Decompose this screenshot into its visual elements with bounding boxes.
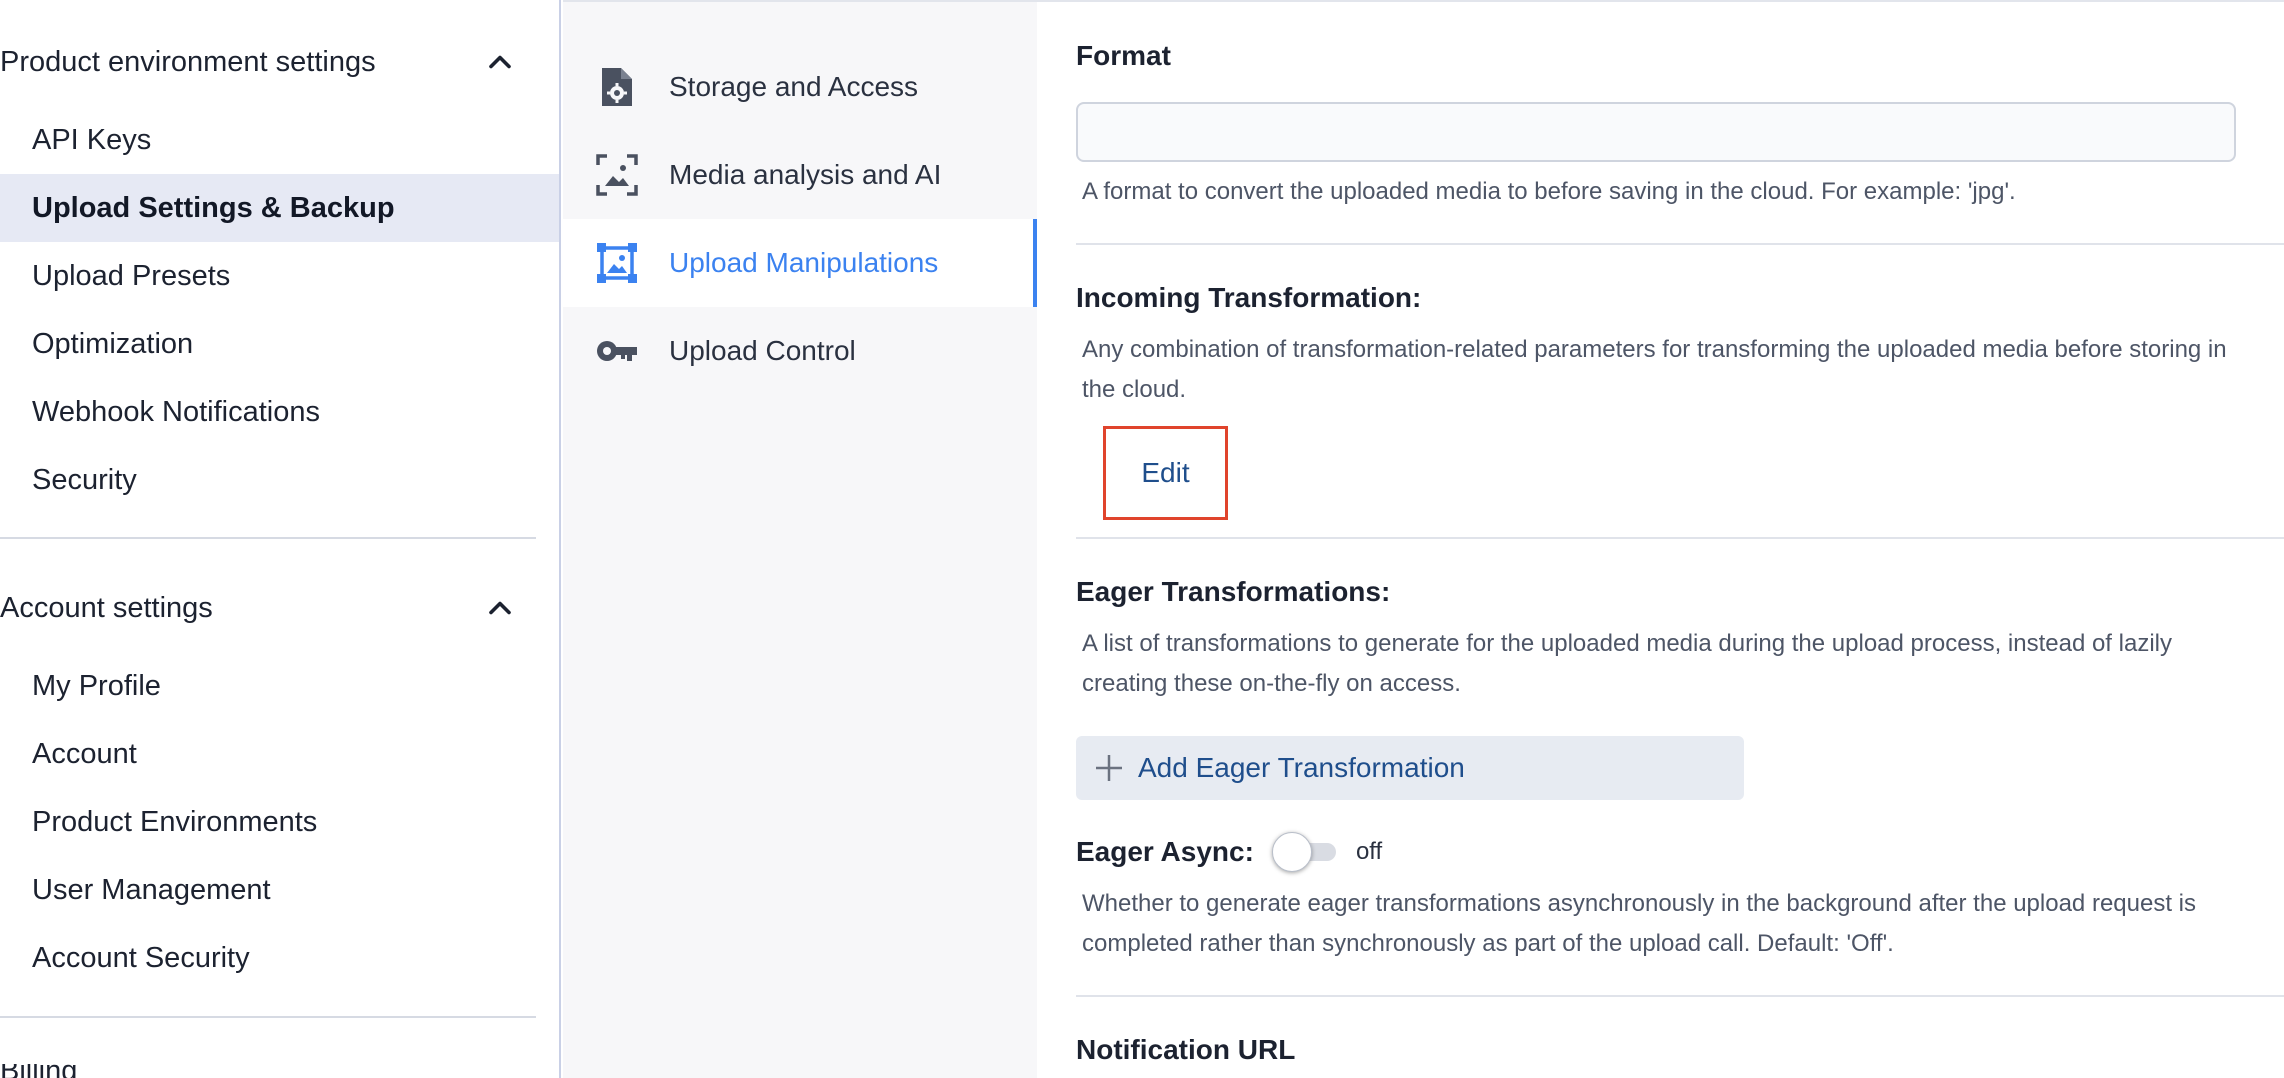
eager-async-state: off (1355, 838, 1383, 865)
upload-subnav: Storage and Access Media analysis and AI (563, 0, 1037, 1078)
sidebar-item-label: Upload Settings & Backup (32, 191, 395, 224)
sidebar-divider (0, 537, 536, 539)
sidebar-item-my-profile[interactable]: My Profile (0, 652, 559, 720)
eager-async-row: Eager Async: off (1076, 832, 1382, 872)
billing-section-header[interactable]: Billing (0, 1064, 77, 1078)
eager-async-toggle[interactable] (1271, 832, 1340, 872)
eager-transformations-title: Eager Transformations: (1076, 576, 1391, 607)
section-divider (1076, 537, 2284, 539)
notification-url-title: Notification URL (1076, 1034, 1296, 1065)
subnav-item-upload-manipulations[interactable]: Upload Manipulations (563, 219, 1037, 307)
sidebar-item-security[interactable]: Security (0, 446, 559, 514)
sidebar-item-label: Upload Presets (32, 259, 231, 292)
sidebar-item-product-environments[interactable]: Product Environments (0, 788, 559, 856)
sidebar-item-label: Optimization (32, 327, 194, 360)
eager-async-title: Eager Async: (1076, 836, 1254, 867)
sidebar-item-webhook-notifications[interactable]: Webhook Notifications (0, 378, 559, 446)
product-settings-header[interactable]: Product environment settings (0, 37, 536, 87)
file-gear-icon (595, 65, 639, 109)
settings-sidebar: Product environment settings API Keys Up… (0, 0, 561, 1078)
chevron-up-icon (489, 601, 511, 615)
eager-help-line2: creating these on-the-fly on access. (1082, 670, 1461, 697)
subnav-item-storage-access[interactable]: Storage and Access (563, 43, 1037, 131)
incoming-help-line2: the cloud. (1082, 376, 1187, 403)
plus-icon (1096, 755, 1122, 781)
subnav-item-upload-control[interactable]: Upload Control (563, 307, 1037, 395)
sidebar-item-label: API Keys (32, 123, 152, 156)
edit-label: Edit (1141, 457, 1190, 488)
sidebar-item-label: My Profile (32, 669, 161, 702)
key-icon (595, 329, 639, 373)
image-scan-icon (595, 153, 639, 197)
incoming-help-line1: Any combination of transformation-relate… (1082, 336, 2227, 363)
format-input[interactable] (1076, 102, 2236, 162)
section-divider (1076, 243, 2284, 245)
sidebar-item-label: Webhook Notifications (32, 395, 321, 428)
chevron-up-icon (489, 55, 511, 69)
eager-async-help-line1: Whether to generate eager transformation… (1082, 890, 2196, 917)
sidebar-item-account[interactable]: Account (0, 720, 559, 788)
product-settings-title: Product environment settings (0, 45, 376, 78)
add-eager-transformation-button[interactable]: Add Eager Transformation (1076, 736, 1744, 800)
subnav-item-label: Upload Manipulations (669, 247, 939, 278)
sidebar-divider (0, 1016, 536, 1018)
image-frame-icon (595, 241, 639, 285)
toggle-knob (1271, 832, 1312, 872)
incoming-transformation-title: Incoming Transformation: (1076, 282, 1422, 313)
format-title: Format (1076, 40, 1171, 71)
eager-async-help-line2: completed rather than synchronously as p… (1082, 930, 1894, 957)
add-eager-label: Add Eager Transformation (1138, 752, 1465, 783)
sidebar-item-label: Product Environments (32, 805, 318, 838)
sidebar-item-user-management[interactable]: User Management (0, 856, 559, 924)
subnav-item-media-analysis[interactable]: Media analysis and AI (563, 131, 1037, 219)
subnav-item-label: Media analysis and AI (669, 159, 942, 190)
app-root: Product environment settings API Keys Up… (0, 0, 2284, 1078)
subnav-item-label: Upload Control (669, 335, 856, 366)
sidebar-item-label: Account (32, 737, 137, 770)
sidebar-item-account-security[interactable]: Account Security (0, 924, 559, 992)
sidebar-item-upload-settings[interactable]: Upload Settings & Backup (0, 174, 559, 242)
sidebar-item-label: Account Security (32, 941, 250, 974)
edit-incoming-button[interactable]: Edit (1103, 426, 1228, 520)
sidebar-item-upload-presets[interactable]: Upload Presets (0, 242, 559, 310)
sidebar-item-optimization[interactable]: Optimization (0, 310, 559, 378)
account-settings-header[interactable]: Account settings (0, 583, 536, 633)
section-divider (1076, 995, 2284, 997)
sidebar-item-label: User Management (32, 873, 271, 906)
sidebar-item-api-keys[interactable]: API Keys (0, 106, 559, 174)
subnav-item-label: Storage and Access (669, 71, 919, 102)
account-settings-title: Account settings (0, 591, 213, 624)
eager-help-line1: A list of transformations to generate fo… (1082, 630, 2172, 657)
format-help: A format to convert the uploaded media t… (1082, 178, 2016, 205)
upload-manipulations-panel: Format A format to convert the uploaded … (1037, 0, 2284, 1078)
sidebar-item-label: Security (32, 463, 137, 496)
